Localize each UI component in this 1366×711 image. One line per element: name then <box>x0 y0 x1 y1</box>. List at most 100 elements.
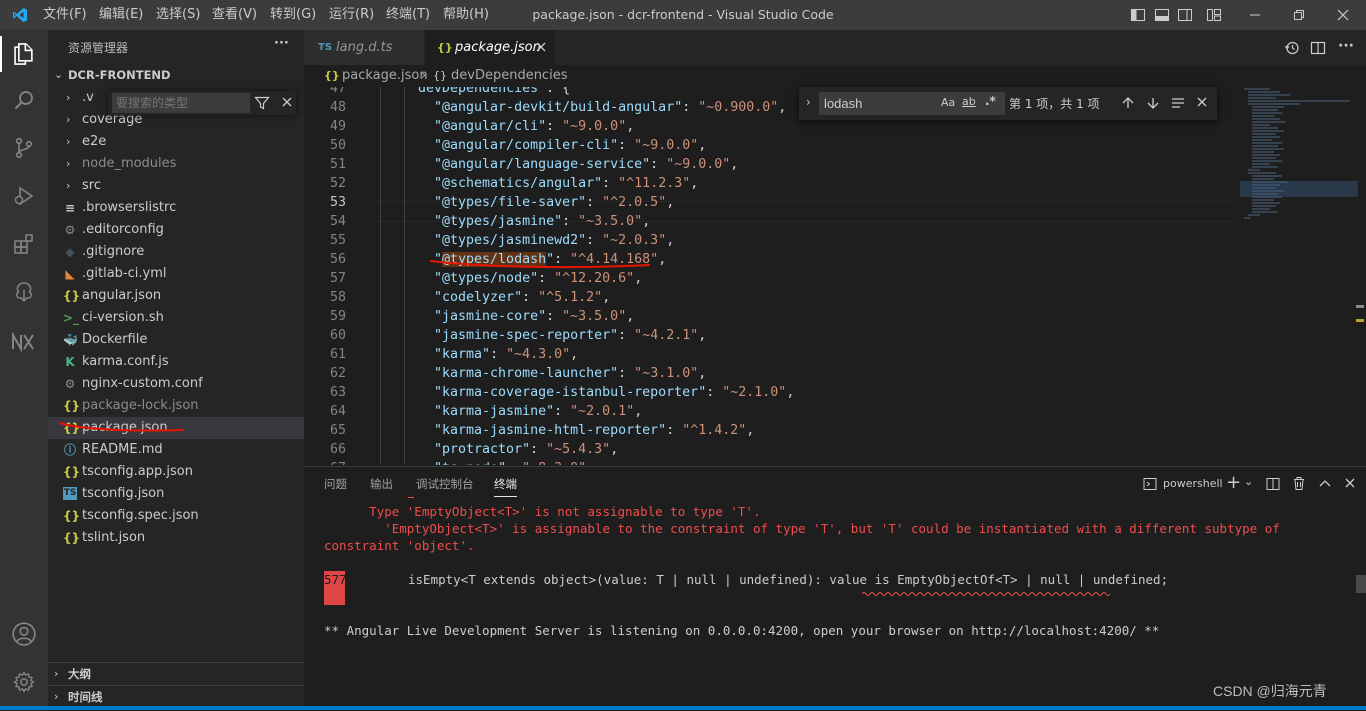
editor-more-icon[interactable]: ··· <box>1338 38 1354 54</box>
timeline-section[interactable]: › 时间线 <box>48 685 304 708</box>
terminal-scrollbar[interactable] <box>1356 575 1366 593</box>
tab-package-json[interactable]: {} package.json <box>425 30 555 65</box>
more-actions-icon[interactable]: ··· <box>274 36 289 51</box>
close-tab-icon[interactable] <box>535 41 547 53</box>
tree-item-label: .browserslistrc <box>82 200 177 215</box>
menu-edit[interactable]: 编辑(E) <box>99 0 143 30</box>
vscode-logo-icon <box>12 7 28 23</box>
folder-item[interactable]: › node_modules <box>48 153 304 175</box>
file-item[interactable]: {} tsconfig.spec.json <box>48 505 304 527</box>
find-input[interactable] <box>819 92 941 115</box>
folder-item[interactable]: › e2e <box>48 131 304 153</box>
file-item[interactable]: 🐳 Dockerfile <box>48 329 304 351</box>
customize-layout-icon[interactable] <box>1206 0 1224 30</box>
next-match-icon[interactable] <box>1146 96 1160 110</box>
toggle-replace-icon[interactable]: › <box>806 95 811 109</box>
menu-run[interactable]: 运行(R) <box>329 0 374 30</box>
close-window-button[interactable] <box>1326 0 1360 30</box>
close-find-icon[interactable] <box>1196 96 1208 108</box>
file-item[interactable]: TS tsconfig.json <box>48 483 304 505</box>
menu-file[interactable]: 文件(F) <box>43 0 87 30</box>
extensions-icon[interactable] <box>0 222 48 266</box>
file-item[interactable]: {} angular.json <box>48 285 304 307</box>
quote: " <box>546 404 555 419</box>
outline-section[interactable]: › 大纲 <box>48 662 304 685</box>
file-item[interactable]: >_ ci-version.sh <box>48 307 304 329</box>
nx-console-icon[interactable] <box>0 320 48 364</box>
tree-filter-input[interactable] <box>112 93 250 113</box>
minimize-button[interactable] <box>1238 0 1272 30</box>
search-icon[interactable] <box>0 78 48 122</box>
quote: " <box>434 214 443 229</box>
chevron-down-icon[interactable]: ⌄ <box>1244 475 1253 488</box>
tree-filter-widget <box>108 91 296 115</box>
file-type-icon: ◣ <box>65 267 75 281</box>
file-item[interactable]: ◆ .gitignore <box>48 241 304 263</box>
tab-debug-console[interactable]: 调试控制台 <box>416 467 474 501</box>
menu-terminal[interactable]: 终端(T) <box>386 0 430 30</box>
file-item[interactable]: ≡ .browserslistrc <box>48 197 304 219</box>
menu-selection[interactable]: 选择(S) <box>156 0 200 30</box>
trash-icon[interactable] <box>1292 476 1306 491</box>
quote: " <box>434 366 443 381</box>
chevron-right-icon: › <box>66 179 71 192</box>
file-item[interactable]: ◣ .gitlab-ci.yml <box>48 263 304 285</box>
file-item[interactable]: {} tsconfig.app.json <box>48 461 304 483</box>
file-item[interactable]: ⓘ README.md <box>48 439 304 461</box>
toggle-sidebar-icon[interactable] <box>1130 0 1148 30</box>
tab-lang-d-ts[interactable]: TS lang.d.ts <box>304 30 424 65</box>
quote: " <box>578 233 587 248</box>
restore-button[interactable] <box>1282 0 1316 30</box>
menu-view[interactable]: 查看(V) <box>212 0 257 30</box>
split-terminal-icon[interactable] <box>1266 477 1280 491</box>
previous-match-icon[interactable] <box>1121 96 1135 110</box>
file-item[interactable]: {} package-lock.json <box>48 395 304 417</box>
folder-item[interactable]: › src <box>48 175 304 197</box>
project-name: DCR-FRONTEND <box>68 68 171 82</box>
settings-gear-icon[interactable] <box>0 660 48 704</box>
project-header[interactable]: ⌄ DCR-FRONTEND <box>48 64 304 86</box>
find-in-selection-icon[interactable] <box>1171 96 1185 110</box>
filter-icon[interactable] <box>254 95 270 111</box>
tree-item-label: .gitignore <box>82 244 145 259</box>
toggle-secondary-sidebar-icon[interactable] <box>1177 0 1195 30</box>
new-terminal-icon[interactable]: + <box>1226 474 1241 492</box>
file-item[interactable]: {} tslint.json <box>48 527 304 549</box>
accounts-icon[interactable] <box>0 612 48 656</box>
code-line: "@angular/compiler-cli": "~9.0.0", <box>434 136 706 155</box>
breadcrumb-symbol[interactable]: devDependencies <box>451 65 567 87</box>
file-item[interactable]: Kkarma.conf.js <box>48 351 304 373</box>
maximize-panel-icon[interactable] <box>1318 477 1332 491</box>
tab-output[interactable]: 输出 <box>370 467 393 501</box>
close-panel-icon[interactable] <box>1344 477 1356 489</box>
json-value: ~4.3.0 <box>514 347 563 362</box>
breadcrumb-file[interactable]: package.json <box>342 65 428 87</box>
tab-terminal[interactable]: 终端 <box>494 472 517 497</box>
json-key: karma-coverage-istanbul-reporter <box>442 385 699 400</box>
remote-tree-icon[interactable] <box>0 270 48 314</box>
split-editor-icon[interactable] <box>1310 40 1326 56</box>
quote: " <box>618 176 627 191</box>
minimap[interactable] <box>1240 87 1358 237</box>
regex-icon[interactable]: .* <box>985 94 996 108</box>
quote: " <box>498 461 506 465</box>
tab-problems[interactable]: 问题 <box>324 467 347 501</box>
timeline-history-icon[interactable] <box>1284 40 1300 56</box>
file-item[interactable]: ⚙ nginx-custom.conf <box>48 373 304 395</box>
tree-item-label: ci-version.sh <box>82 310 164 325</box>
quote: " <box>618 309 627 324</box>
menu-go[interactable]: 转到(G) <box>270 0 316 30</box>
source-control-icon[interactable] <box>0 126 48 170</box>
quote: " <box>434 290 443 305</box>
run-debug-icon[interactable] <box>0 174 48 218</box>
match-whole-word-icon[interactable]: ab <box>962 95 976 108</box>
match-case-icon[interactable]: Aa <box>941 96 955 109</box>
quote: " <box>434 309 443 324</box>
tree-item-label: Dockerfile <box>82 332 148 347</box>
menu-help[interactable]: 帮助(H) <box>443 0 489 30</box>
explorer-icon[interactable] <box>0 32 48 76</box>
code-editor[interactable]: 47 "devDependencies": {48 "@angular-devkit… <box>304 87 1366 465</box>
toggle-panel-icon[interactable] <box>1154 0 1172 30</box>
file-item[interactable]: ⚙ .editorconfig <box>48 219 304 241</box>
close-filter-icon[interactable] <box>280 95 294 109</box>
